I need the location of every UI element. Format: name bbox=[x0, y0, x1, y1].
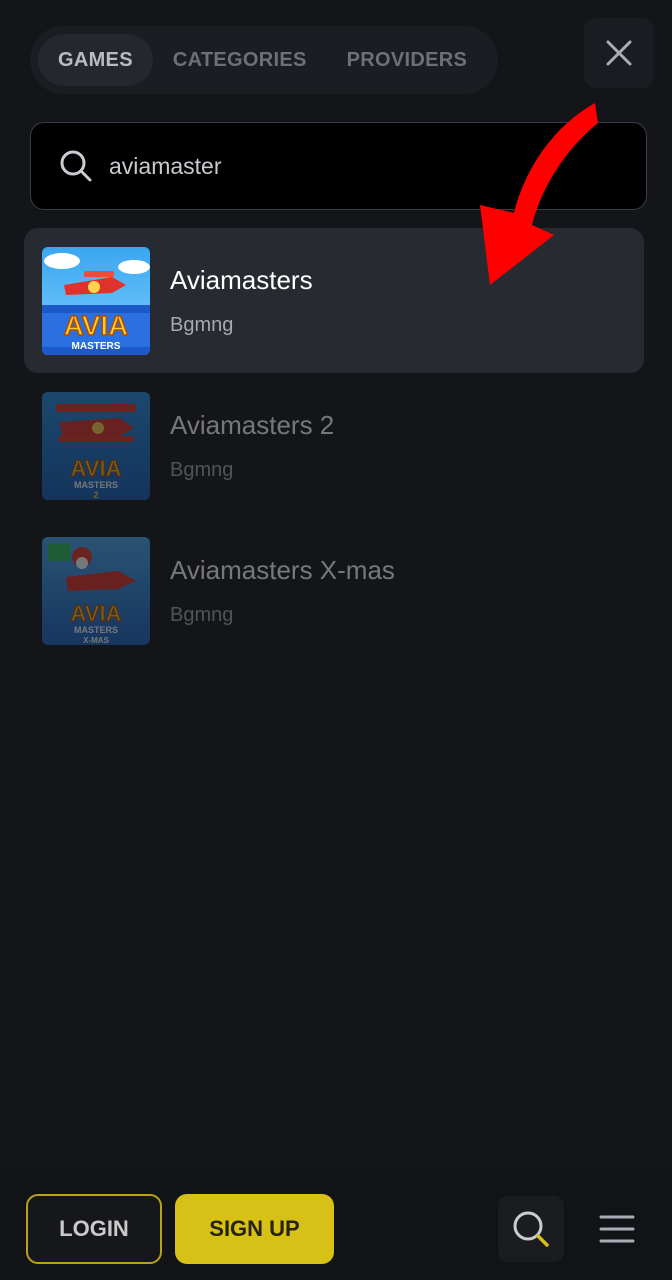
svg-text:AVIA: AVIA bbox=[71, 456, 122, 481]
login-button[interactable]: LOGIN bbox=[26, 1194, 162, 1264]
result-item[interactable]: AVIA MASTERS 2 Aviamasters 2 Bgmng bbox=[24, 373, 644, 518]
result-title: Aviamasters bbox=[170, 264, 313, 295]
svg-text:2: 2 bbox=[93, 490, 98, 500]
result-item[interactable]: AVIA MASTERS X-MAS Aviamasters X-mas Bgm… bbox=[24, 518, 644, 663]
search-icon bbox=[513, 1211, 549, 1247]
search-tabs: GAMES CATEGORIES PROVIDERS bbox=[30, 26, 498, 94]
svg-text:X-MAS: X-MAS bbox=[83, 636, 109, 645]
search-icon bbox=[59, 149, 93, 183]
result-item[interactable]: AVIA MASTERS Aviamasters Bgmng bbox=[24, 228, 644, 373]
signup-button[interactable]: SIGN UP bbox=[175, 1194, 334, 1264]
tab-games[interactable]: GAMES bbox=[38, 34, 153, 86]
result-title: Aviamasters 2 bbox=[170, 409, 335, 440]
result-provider: Bgmng bbox=[170, 603, 234, 626]
menu-button[interactable] bbox=[584, 1196, 650, 1262]
result-provider: Bgmng bbox=[170, 313, 234, 336]
svg-text:AVIA: AVIA bbox=[71, 601, 122, 626]
game-thumbnail: AVIA MASTERS X-MAS bbox=[42, 536, 150, 645]
result-title: Aviamasters X-mas bbox=[170, 554, 395, 585]
tab-categories[interactable]: CATEGORIES bbox=[153, 34, 327, 86]
close-button[interactable] bbox=[584, 18, 654, 88]
search-results: AVIA MASTERS Aviamasters Bgmng AVIA MAST… bbox=[24, 228, 644, 663]
svg-text:MASTERS: MASTERS bbox=[74, 625, 118, 635]
hamburger-menu-icon bbox=[599, 1215, 635, 1243]
result-provider: Bgmng bbox=[170, 458, 234, 481]
svg-text:MASTERS: MASTERS bbox=[74, 480, 118, 490]
bottom-bar: LOGIN SIGN UP bbox=[0, 1168, 672, 1280]
tab-providers[interactable]: PROVIDERS bbox=[327, 34, 488, 86]
game-thumbnail: AVIA MASTERS bbox=[42, 246, 150, 355]
svg-text:AVIA: AVIA bbox=[64, 310, 129, 341]
close-icon bbox=[606, 40, 632, 66]
search-field[interactable] bbox=[30, 122, 647, 210]
bottom-search-button[interactable] bbox=[498, 1196, 564, 1262]
game-thumbnail: AVIA MASTERS 2 bbox=[42, 391, 150, 500]
svg-text:MASTERS: MASTERS bbox=[72, 341, 121, 352]
search-input[interactable] bbox=[109, 152, 609, 180]
